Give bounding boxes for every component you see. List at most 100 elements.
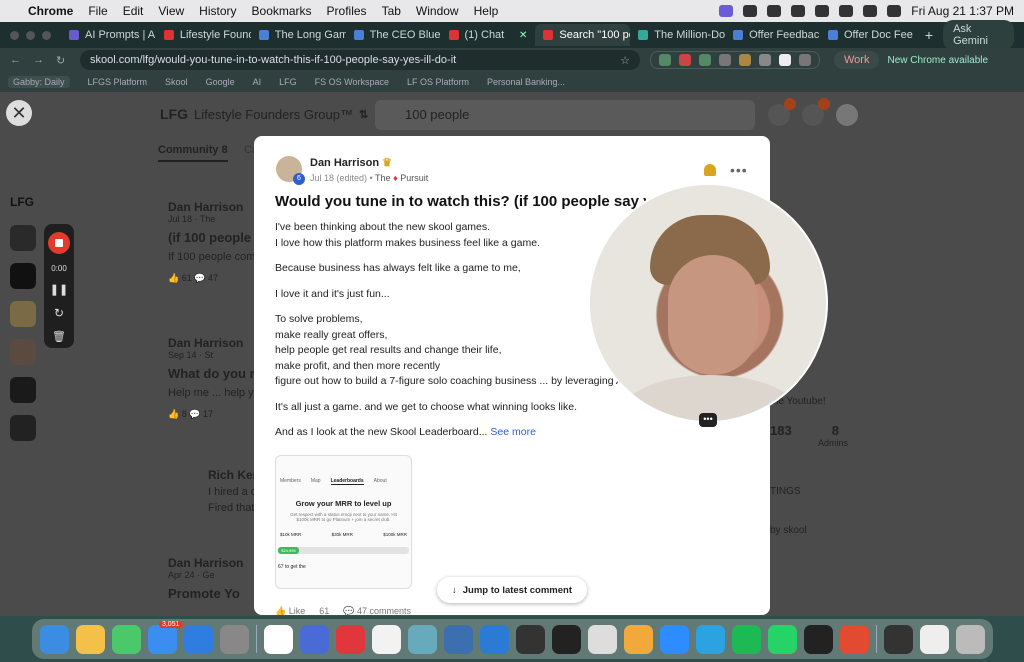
- wifi-icon[interactable]: [863, 5, 878, 17]
- avatar[interactable]: [836, 104, 858, 126]
- extension-icon[interactable]: [659, 54, 671, 66]
- chat-icon[interactable]: [768, 98, 796, 126]
- bookmark-item[interactable]: Gabby: Daily: [8, 76, 70, 88]
- trash-icon[interactable]: [955, 624, 985, 654]
- menubar-clock[interactable]: Fri Aug 21 1:37 PM: [911, 4, 1014, 18]
- group-name[interactable]: Lifestyle Founders Group™: [194, 107, 353, 122]
- close-icon[interactable]: ✕: [519, 30, 527, 41]
- window-controls[interactable]: [0, 30, 61, 40]
- extension-icon[interactable]: [759, 54, 771, 66]
- forward-icon[interactable]: →: [33, 54, 44, 67]
- extension-icon[interactable]: [739, 54, 751, 66]
- chrome-icon[interactable]: [371, 624, 401, 654]
- preview-icon[interactable]: [407, 624, 437, 654]
- group-icon[interactable]: [10, 301, 36, 327]
- menu-profiles[interactable]: Profiles: [327, 4, 367, 18]
- bookmark-item[interactable]: AI: [253, 77, 262, 87]
- restart-icon[interactable]: ↻: [54, 306, 64, 320]
- like-button[interactable]: 👍 Like: [275, 606, 305, 615]
- feed-post[interactable]: Dan Harrison Apr 24 · Ge Promote Yo: [168, 556, 243, 601]
- bookmark-star-icon[interactable]: ☆: [620, 54, 630, 67]
- browser-tab[interactable]: The Long Game✕: [251, 24, 346, 46]
- pause-icon[interactable]: ❚❚: [50, 283, 68, 296]
- menu-tab[interactable]: Tab: [382, 4, 401, 18]
- bookmark-item[interactable]: Personal Banking...: [487, 77, 565, 87]
- switch-group-icon[interactable]: ⇅: [359, 108, 368, 121]
- status-icon[interactable]: [767, 5, 782, 17]
- like-icon[interactable]: 👍: [168, 273, 182, 283]
- whatsapp-icon[interactable]: [767, 624, 797, 654]
- vscode-icon[interactable]: [479, 624, 509, 654]
- group-icon[interactable]: [10, 263, 36, 289]
- bookmark-item[interactable]: LFGS Platform: [88, 77, 148, 87]
- notifications-icon[interactable]: [802, 98, 830, 126]
- menu-bookmarks[interactable]: Bookmarks: [252, 4, 312, 18]
- menu-window[interactable]: Window: [416, 4, 459, 18]
- extension-icon[interactable]: [679, 54, 691, 66]
- pages-icon[interactable]: [623, 624, 653, 654]
- browser-tab-active[interactable]: Search "100 pe✕: [535, 24, 631, 46]
- back-icon[interactable]: ←: [10, 54, 21, 67]
- app-store-icon[interactable]: [183, 624, 213, 654]
- browser-tab[interactable]: The Million-Do✕: [630, 24, 725, 46]
- browser-tab[interactable]: Offer Doc Fee✕: [820, 24, 915, 46]
- browser-tab[interactable]: Lifestyle Founde✕: [156, 24, 251, 46]
- notion-icon[interactable]: [263, 624, 293, 654]
- bookmark-item[interactable]: Skool: [165, 77, 188, 87]
- app-icon[interactable]: [443, 624, 473, 654]
- browser-tab[interactable]: (1) Chat ✕: [441, 24, 536, 46]
- more-options-icon[interactable]: •••: [730, 162, 748, 178]
- extension-icon[interactable]: [779, 54, 791, 66]
- feed-post[interactable]: Dan Harrison Jul 18 · The (if 100 people…: [168, 200, 255, 284]
- search-icon[interactable]: [887, 5, 902, 17]
- status-icon[interactable]: [743, 5, 758, 17]
- delete-icon[interactable]: 🗑: [52, 330, 66, 343]
- status-icon[interactable]: [791, 5, 806, 17]
- app-icon[interactable]: [803, 624, 833, 654]
- post-category[interactable]: Pursuit: [400, 173, 428, 183]
- menu-edit[interactable]: Edit: [123, 4, 144, 18]
- group-icon[interactable]: [10, 415, 36, 441]
- avatar[interactable]: 6: [276, 156, 305, 185]
- bookmark-item[interactable]: FS OS Workspace: [315, 77, 389, 87]
- ask-gemini-button[interactable]: Ask Gemini: [943, 20, 1015, 50]
- extension-icon[interactable]: [719, 54, 731, 66]
- bookmark-item[interactable]: LF OS Platform: [407, 77, 469, 87]
- group-icon[interactable]: [10, 225, 36, 251]
- extension-icon[interactable]: [799, 54, 811, 66]
- bookmark-item[interactable]: Google: [206, 77, 235, 87]
- comments-button[interactable]: 💬 47 comments: [343, 606, 411, 615]
- finder-icon[interactable]: [39, 624, 69, 654]
- attachment-image[interactable]: Members Map Leaderboards About Grow your…: [275, 455, 412, 589]
- group-icon[interactable]: [10, 377, 36, 403]
- post-author[interactable]: Dan Harrison: [310, 157, 379, 169]
- new-tab-button[interactable]: +: [915, 27, 943, 43]
- screen-record-icon[interactable]: [719, 5, 734, 17]
- settings-icon[interactable]: [219, 624, 249, 654]
- bell-icon[interactable]: [704, 164, 716, 176]
- messages-icon[interactable]: [111, 624, 141, 654]
- app-icon[interactable]: [299, 624, 329, 654]
- settings-button[interactable]: TINGS: [770, 486, 870, 497]
- browser-tab[interactable]: AI Prompts | AI✕: [61, 24, 156, 46]
- spotify-icon[interactable]: [731, 624, 761, 654]
- menu-history[interactable]: History: [199, 4, 236, 18]
- webcam-bubble[interactable]: [588, 183, 828, 423]
- terminal-icon[interactable]: [551, 624, 581, 654]
- recent-window-icon[interactable]: [919, 624, 949, 654]
- stop-recording-button[interactable]: [48, 232, 70, 254]
- app-icon[interactable]: [515, 624, 545, 654]
- app-icon[interactable]: [839, 624, 869, 654]
- feed-post[interactable]: Dan Harrison Sep 14 · St What do you n H…: [168, 336, 260, 420]
- comment-icon[interactable]: 💬: [194, 273, 208, 283]
- reload-icon[interactable]: ↻: [56, 54, 65, 67]
- telegram-icon[interactable]: [695, 624, 725, 654]
- menu-help[interactable]: Help: [474, 4, 499, 18]
- browser-tab[interactable]: The CEO Bluep✕: [346, 24, 441, 46]
- battery-icon[interactable]: [839, 5, 854, 17]
- search-input[interactable]: 100 people: [375, 100, 755, 130]
- profile-work-button[interactable]: Work: [834, 51, 880, 69]
- sidebar-logo[interactable]: LFG: [10, 195, 40, 209]
- status-icon[interactable]: [815, 5, 830, 17]
- comment-icon[interactable]: 💬: [189, 409, 203, 419]
